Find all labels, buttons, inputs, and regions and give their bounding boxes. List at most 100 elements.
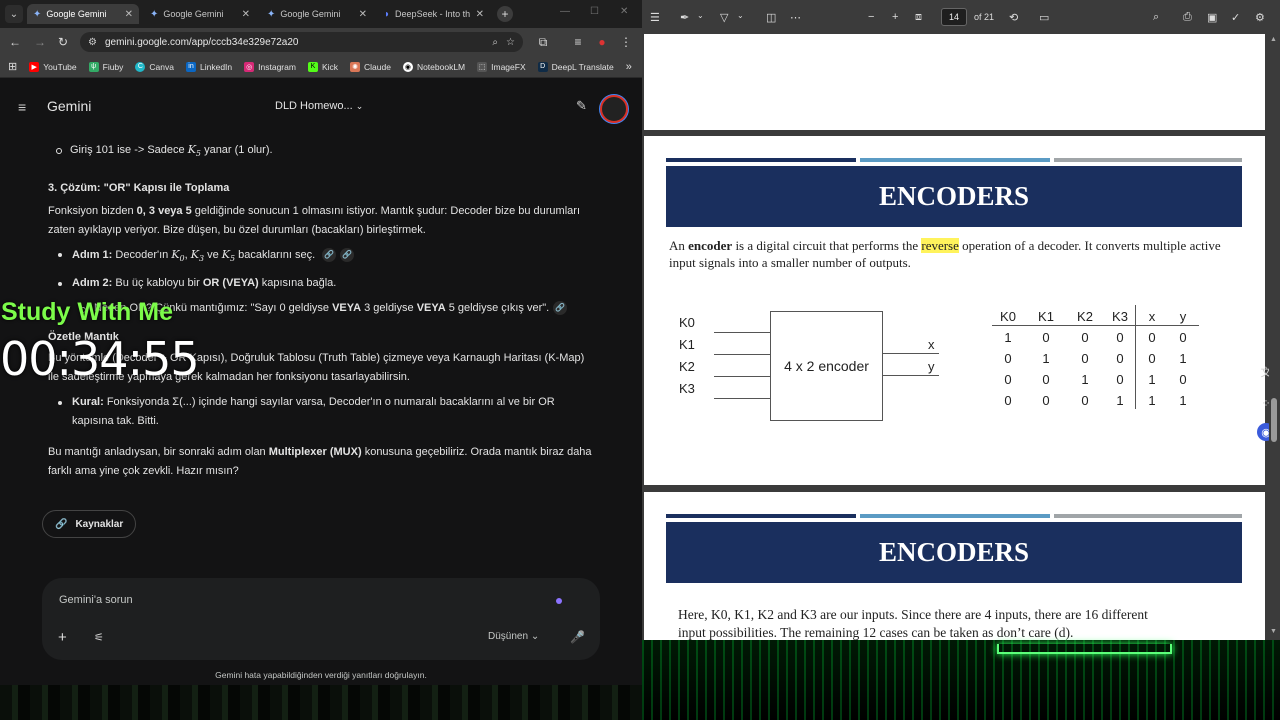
scroll-down-icon[interactable]: ▼ (1270, 628, 1277, 635)
settings-gear-icon[interactable]: ⚙ (1255, 11, 1265, 24)
tab-deepseek[interactable]: ◗ DeepSeek - Into th ✕ (378, 4, 490, 24)
table-cell: 0 (1004, 372, 1012, 387)
close-tab-icon[interactable]: ✕ (359, 9, 367, 20)
maximize-icon[interactable]: ☐ (590, 6, 599, 17)
slide-paragraph: An encoder is a digital circuit that per… (669, 237, 1244, 271)
profile-icon[interactable]: ● (594, 34, 610, 50)
bookmark-label: ImageFX (491, 61, 526, 72)
page-view-icon[interactable]: ◫ (766, 11, 776, 24)
two-page-icon[interactable]: ▭ (1039, 11, 1049, 24)
text: is a digital circuit that performs the (732, 238, 922, 253)
forward-arrow-icon[interactable]: → (32, 34, 48, 50)
minimize-icon[interactable]: — (560, 6, 570, 17)
draw-icon[interactable]: ▽ (720, 11, 728, 24)
save-icon[interactable]: ▣ (1207, 11, 1217, 24)
chevron-down-icon[interactable]: ⌄ (737, 11, 744, 20)
bookmark-deepl[interactable]: D DeepL Translate (537, 61, 614, 72)
table-cell: 0 (1042, 393, 1050, 408)
bookmark-kick[interactable]: K Kick (307, 61, 338, 72)
math-var: K (171, 248, 180, 262)
contents-list-icon[interactable]: ☰ (650, 11, 660, 24)
hamburger-menu-icon[interactable]: ≡ (18, 99, 26, 115)
page-number-input[interactable]: 14 (941, 8, 967, 26)
save-as-icon[interactable]: ✓ (1231, 11, 1240, 24)
fit-page-icon[interactable]: ⧈ (915, 11, 922, 24)
zoom-icon[interactable]: ⌕ (492, 37, 498, 48)
extensions-puzzle-icon[interactable]: ⧉ (535, 34, 551, 50)
list-item: Adım 1: Decoder'ın K0, K3 ve K5 bacaklar… (48, 245, 593, 268)
site-info-icon[interactable]: ⚙ (88, 37, 97, 48)
tools-sliders-icon[interactable]: ⚟ (94, 631, 104, 644)
back-arrow-icon[interactable]: ← (7, 34, 23, 50)
table-header: K3 (1112, 309, 1128, 324)
pdf-scrollbar[interactable]: ▲ ▼ (1269, 34, 1280, 640)
close-tab-icon[interactable]: ✕ (476, 9, 484, 20)
link-icon[interactable]: 🔗 (322, 248, 337, 263)
more-options-icon[interactable]: ⋯ (790, 11, 801, 24)
tab-gemini-3[interactable]: ✦ Google Gemini ✕ (261, 4, 373, 24)
close-tab-icon[interactable]: ✕ (125, 9, 133, 20)
gemini-logo-text[interactable]: Gemini (47, 98, 91, 114)
url-text: gemini.google.com/app/cccb34e329e72a20 (104, 36, 299, 48)
avatar[interactable] (600, 95, 628, 123)
bold-text: VEYA (332, 302, 362, 315)
input-wire (714, 354, 770, 355)
text: Giriş 101 ise -> Sadece (70, 144, 188, 156)
table-cell: 1 (1081, 372, 1089, 387)
bold-text: OR (VEYA) (202, 277, 259, 290)
disclaimer-text: Gemini hata yapabildiğinden verdiği yanı… (215, 670, 427, 680)
print-icon[interactable]: ⎙ (1183, 11, 1192, 24)
new-tab-plus-icon[interactable]: + (497, 6, 513, 22)
tab-search-chevron-icon[interactable]: ⌄ (5, 5, 23, 23)
slide-paragraph: Here, K0, K1, K2 and K3 are our inputs. … (678, 607, 1148, 622)
chevron-down-icon[interactable]: ⌄ (697, 11, 704, 20)
table-cell: 1 (1148, 393, 1156, 408)
new-chat-edit-icon[interactable]: ✎ (576, 98, 587, 114)
input-wire (714, 376, 770, 377)
highlight-pen-icon[interactable]: ✒ (680, 11, 689, 24)
close-window-icon[interactable]: ✕ (620, 6, 628, 17)
link-icon[interactable]: 🔗 (553, 301, 568, 316)
prompt-input[interactable]: Gemini'a sorun (59, 594, 133, 606)
bookmark-youtube[interactable]: ▶ YouTube (29, 61, 77, 72)
rotate-icon[interactable]: ⟲ (1009, 11, 1018, 24)
search-icon[interactable]: ⌕ (1153, 11, 1159, 24)
zoom-out-icon[interactable]: − (868, 11, 874, 23)
input-label: K2 (679, 359, 695, 374)
bookmark-fiuby[interactable]: ψ Fiuby (88, 61, 123, 72)
bookmark-imagefx[interactable]: ⬚ ImageFX (477, 61, 526, 72)
table-header: K0 (1000, 309, 1016, 324)
sources-button[interactable]: 🔗 Kaynaklar (42, 510, 137, 538)
reload-icon[interactable]: ↻ (55, 34, 71, 50)
media-controls-icon[interactable]: ≡ (570, 34, 586, 50)
browser-menu-icon[interactable]: ⋮ (618, 34, 634, 50)
conversation-title-dropdown[interactable]: DLD Homewo... ⌄ (275, 100, 363, 112)
microphone-icon[interactable]: 🎤 (570, 630, 585, 644)
zoom-in-icon[interactable]: + (892, 11, 898, 23)
table-header: y (1179, 309, 1187, 324)
link-icon[interactable]: 🔗 (340, 248, 355, 263)
table-cell: 0 (1148, 351, 1156, 366)
add-plus-icon[interactable]: + (58, 629, 67, 646)
apps-grid-icon[interactable]: ⊞ (8, 60, 17, 73)
scrollbar-thumb[interactable] (1271, 398, 1277, 442)
more-bookmarks-chevron-icon[interactable]: » (626, 61, 632, 73)
bookmark-star-icon[interactable]: ☆ (506, 37, 515, 48)
bookmark-claude[interactable]: ✺ Claude (350, 61, 391, 72)
bookmark-notebooklm[interactable]: ◉ NotebookLM (402, 61, 465, 72)
tab-gemini-1[interactable]: ✦ Google Gemini ✕ (27, 4, 139, 24)
scroll-up-icon[interactable]: ▲ (1270, 36, 1277, 43)
bookmark-instagram[interactable]: ◎ Instagram (244, 61, 296, 72)
address-bar[interactable]: ⚙ gemini.google.com/app/cccb34e329e72a20… (80, 32, 523, 52)
bookmark-linkedin[interactable]: in LinkedIn (186, 61, 232, 72)
instagram-icon: ◎ (244, 61, 255, 72)
table-header: K1 (1038, 309, 1054, 324)
accent-bar (666, 514, 856, 518)
tab-gemini-2[interactable]: ✦ Google Gemini ✕ (144, 4, 256, 24)
bookmark-canva[interactable]: C Canva (135, 61, 174, 72)
close-tab-icon[interactable]: ✕ (242, 9, 250, 20)
mode-selector[interactable]: Düşünen ⌄ (488, 631, 539, 642)
list-item: Kural: Fonksiyonda Σ(...) içinde hangi s… (48, 393, 593, 431)
background-matrix (642, 640, 1280, 720)
glow-shape (997, 644, 1172, 654)
